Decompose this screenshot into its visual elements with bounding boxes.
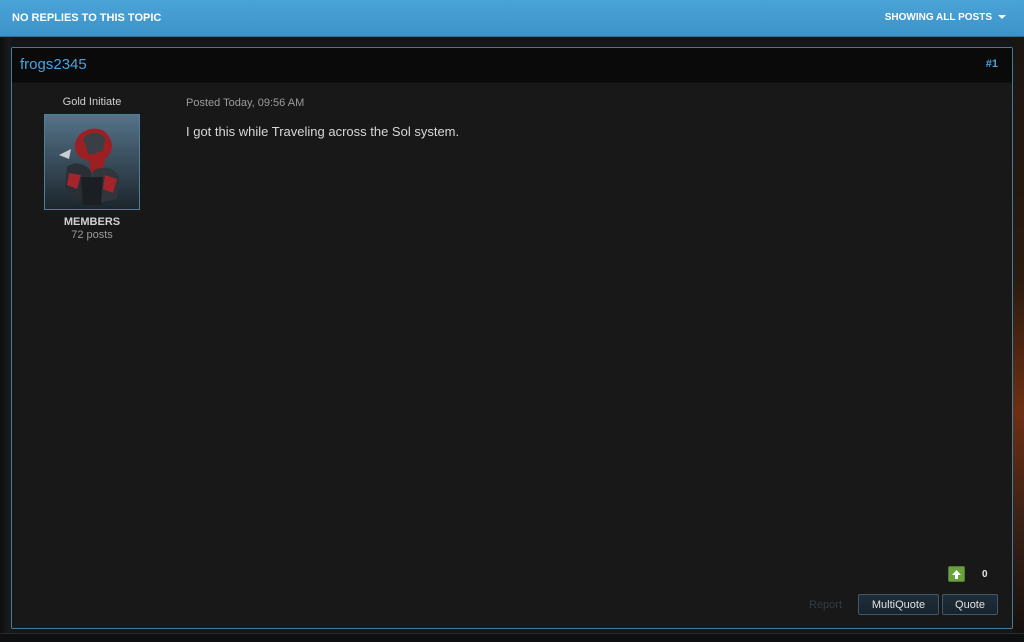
forum-post: frogs2345 #1 Gold Initiate MEMBERS 72 po…: [11, 47, 1013, 629]
avatar-image: [45, 115, 139, 209]
post-number-link[interactable]: #1: [986, 58, 998, 70]
background-left-edge: [0, 37, 11, 641]
topic-header-bar: NO REPLIES TO THIS TOPIC SHOWING ALL POS…: [0, 0, 1024, 37]
author-info: Gold Initiate MEMBERS 72 posts: [32, 96, 152, 241]
member-group: MEMBERS: [63, 216, 121, 228]
member-post-count: 72 posts: [71, 229, 113, 241]
post-content: I got this while Traveling across the So…: [186, 124, 460, 139]
showing-posts-label: SHOWING ALL POSTS: [884, 12, 992, 23]
reputation-up-button[interactable]: [948, 566, 965, 582]
post-header: frogs2345 #1: [12, 48, 1012, 83]
reputation-count: 0: [982, 569, 988, 580]
chevron-down-icon: [998, 15, 1006, 20]
arrow-up-icon: [952, 570, 961, 579]
showing-posts-filter[interactable]: SHOWING ALL POSTS: [885, 12, 1006, 23]
avatar[interactable]: [44, 114, 140, 210]
member-rank: Gold Initiate: [62, 96, 122, 108]
multiquote-button[interactable]: MultiQuote: [858, 594, 939, 615]
topic-replies-status: NO REPLIES TO THIS TOPIC: [12, 12, 162, 24]
background-right-edge: [1013, 37, 1024, 641]
post-author-link[interactable]: frogs2345: [20, 56, 87, 73]
post-date: Posted Today, 09:56 AM: [186, 97, 305, 109]
quote-button[interactable]: Quote: [942, 594, 998, 615]
report-link[interactable]: Report: [809, 599, 842, 611]
